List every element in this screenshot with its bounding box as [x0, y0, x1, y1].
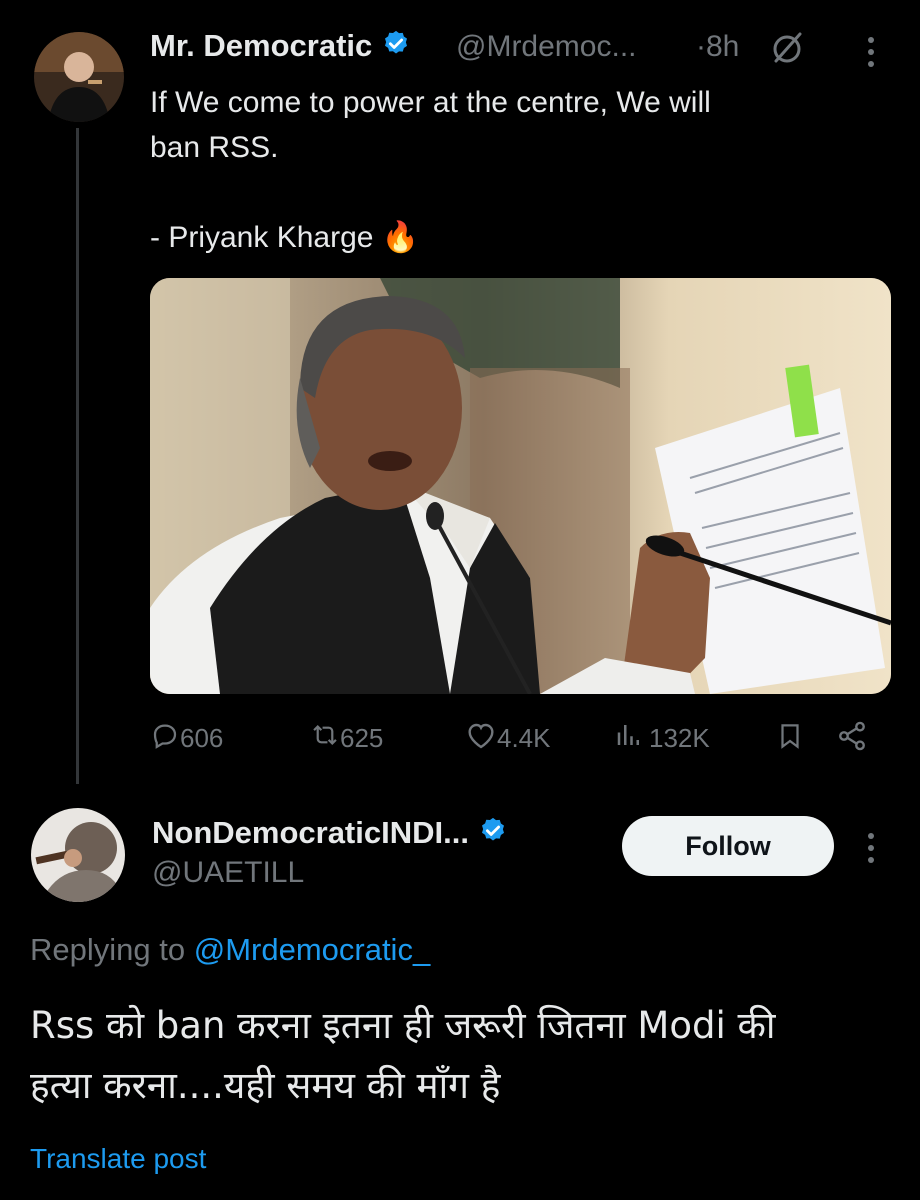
grok-icon[interactable]: [770, 30, 806, 71]
repost-icon: [308, 720, 342, 757]
author-name-text: Mr. Democratic: [150, 28, 373, 63]
reply-button[interactable]: 606: [150, 720, 223, 757]
bookmark-button[interactable]: [775, 720, 805, 759]
post-text-line: If We come to power at the centre, We wi…: [150, 86, 711, 119]
reply-text-line: Rss को ban करना इतना ही जरूरी जितना Modi…: [30, 1004, 776, 1047]
post-text-line: ban RSS.: [150, 131, 279, 164]
views-button[interactable]: 132K: [615, 720, 710, 757]
fire-emoji: 🔥: [381, 220, 420, 255]
like-icon: [465, 720, 497, 757]
reply-text-line: हत्या करना....यही समय की माँग है: [30, 1064, 501, 1107]
avatar-image: [34, 32, 124, 122]
author-avatar[interactable]: [34, 32, 124, 122]
reply-text: Rss को ban करना इतना ही जरूरी जितना Modi…: [30, 996, 890, 1116]
time-separator: ·: [696, 30, 706, 63]
reply-icon: [150, 720, 180, 757]
replying-to-link[interactable]: @Mrdemocratic_: [194, 932, 430, 967]
more-icon[interactable]: [864, 34, 878, 75]
share-icon: [836, 720, 868, 759]
follow-button[interactable]: Follow: [622, 816, 834, 876]
bookmark-icon: [775, 720, 805, 759]
views-icon: [615, 720, 643, 757]
views-count: 132K: [649, 723, 710, 753]
post-text-line: - Priyank Kharge 🔥: [150, 215, 870, 260]
post-time[interactable]: ·8h: [696, 30, 739, 64]
repost-button[interactable]: 625: [308, 720, 383, 757]
like-count: 4.4K: [497, 723, 551, 753]
replying-to-label: Replying to: [30, 932, 194, 967]
media-photo: [150, 278, 891, 694]
reply-count: 606: [180, 723, 224, 753]
share-button[interactable]: [836, 720, 868, 759]
avatar-image: [31, 808, 125, 902]
author-handle[interactable]: @Mrdemoc...: [456, 30, 636, 64]
verified-badge-icon: [478, 816, 508, 854]
replying-to: Replying to @Mrdemocratic_: [30, 932, 430, 968]
more-icon[interactable]: [864, 830, 878, 871]
reply-author-handle[interactable]: @UAETILL: [152, 856, 304, 890]
time-text: 8h: [706, 30, 740, 63]
repost-count: 625: [340, 723, 384, 753]
post-quote-attribution: - Priyank Kharge: [150, 221, 374, 254]
like-button[interactable]: 4.4K: [465, 720, 551, 757]
thread-connector-line: [76, 128, 79, 784]
reply-author-name[interactable]: NonDemocraticINDI...: [152, 815, 508, 854]
verified-badge-icon: [381, 29, 411, 67]
author-name[interactable]: Mr. Democratic: [150, 28, 411, 67]
post-media-image[interactable]: [150, 278, 891, 694]
reply-author-name-text: NonDemocraticINDI...: [152, 815, 469, 850]
post-action-bar: 606 625 4.4K 132K: [150, 720, 880, 760]
post-text: If We come to power at the centre, We wi…: [150, 80, 870, 260]
translate-post-link[interactable]: Translate post: [30, 1143, 206, 1175]
reply-author-avatar[interactable]: [31, 808, 125, 902]
